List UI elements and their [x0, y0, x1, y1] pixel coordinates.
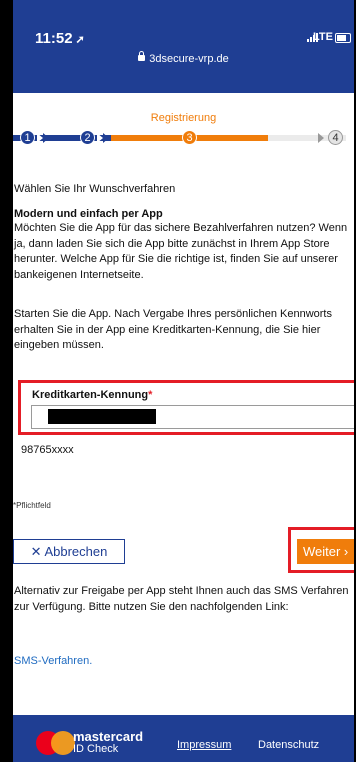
phone-screen: 11:52 ➚ LTE 3dsecure-vrp.de Registrierung…: [13, 0, 354, 762]
step-2: 2: [80, 130, 95, 145]
card-id-label: Kreditkarten-Kennung*: [32, 389, 153, 401]
lock-icon: [138, 51, 146, 62]
footer: mastercard ID Check Impressum Datenschut…: [13, 715, 354, 762]
location-arrow-icon: ➚: [75, 34, 85, 46]
network-type: LTE: [313, 31, 333, 43]
card-id-field-highlight: Kreditkarten-Kennung*: [18, 380, 354, 435]
step-1: 1: [20, 130, 35, 145]
required-marker: *: [148, 389, 153, 401]
next-button-highlight: Weiter ›: [288, 527, 354, 573]
cancel-button[interactable]: ✕ Abbrechen: [13, 539, 125, 564]
impressum-link[interactable]: Impressum: [177, 739, 231, 751]
step-title: Registrierung: [150, 112, 217, 124]
step-chevron-icon: [43, 133, 49, 143]
section-heading: Modern und einfach per App: [14, 208, 163, 220]
url-text: 3dsecure-vrp.de: [149, 53, 229, 65]
brand-sub: ID Check: [73, 743, 119, 755]
step-3-current: 3: [182, 130, 197, 145]
card-id-hint: 98765xxxx: [21, 444, 74, 456]
browser-header: 11:52 ➚ LTE 3dsecure-vrp.de: [13, 0, 354, 93]
step-chevron-icon: [103, 133, 109, 143]
redacted-value: [48, 409, 156, 424]
page-heading: Wählen Sie Ihr Wunschverfahren: [14, 183, 176, 195]
app-instructions: Möchten Sie die App für das sichere Beza…: [14, 222, 348, 281]
sms-link[interactable]: SMS-Verfahren.: [14, 655, 92, 667]
sms-alternative-text: Alternativ zur Freigabe per App steht Ih…: [14, 585, 349, 613]
progress-steps: 1 2 3 4: [13, 130, 354, 146]
card-id-input[interactable]: [31, 405, 354, 429]
next-button[interactable]: Weiter ›: [297, 539, 354, 564]
mastercard-logo-icon: [36, 731, 78, 755]
datenschutz-link[interactable]: Datenschutz: [258, 739, 319, 751]
app-start-instructions: Starten Sie die App. Nach Vergabe Ihres …: [14, 308, 332, 351]
step-4: 4: [328, 130, 343, 145]
status-time: 11:52 ➚: [35, 30, 85, 47]
battery-icon: [335, 33, 351, 43]
step-chevron-icon: [318, 133, 324, 143]
required-field-note: *Pflichtfeld: [13, 501, 51, 510]
address-bar[interactable]: 3dsecure-vrp.de: [13, 51, 354, 65]
brand-name: mastercard: [73, 729, 144, 744]
